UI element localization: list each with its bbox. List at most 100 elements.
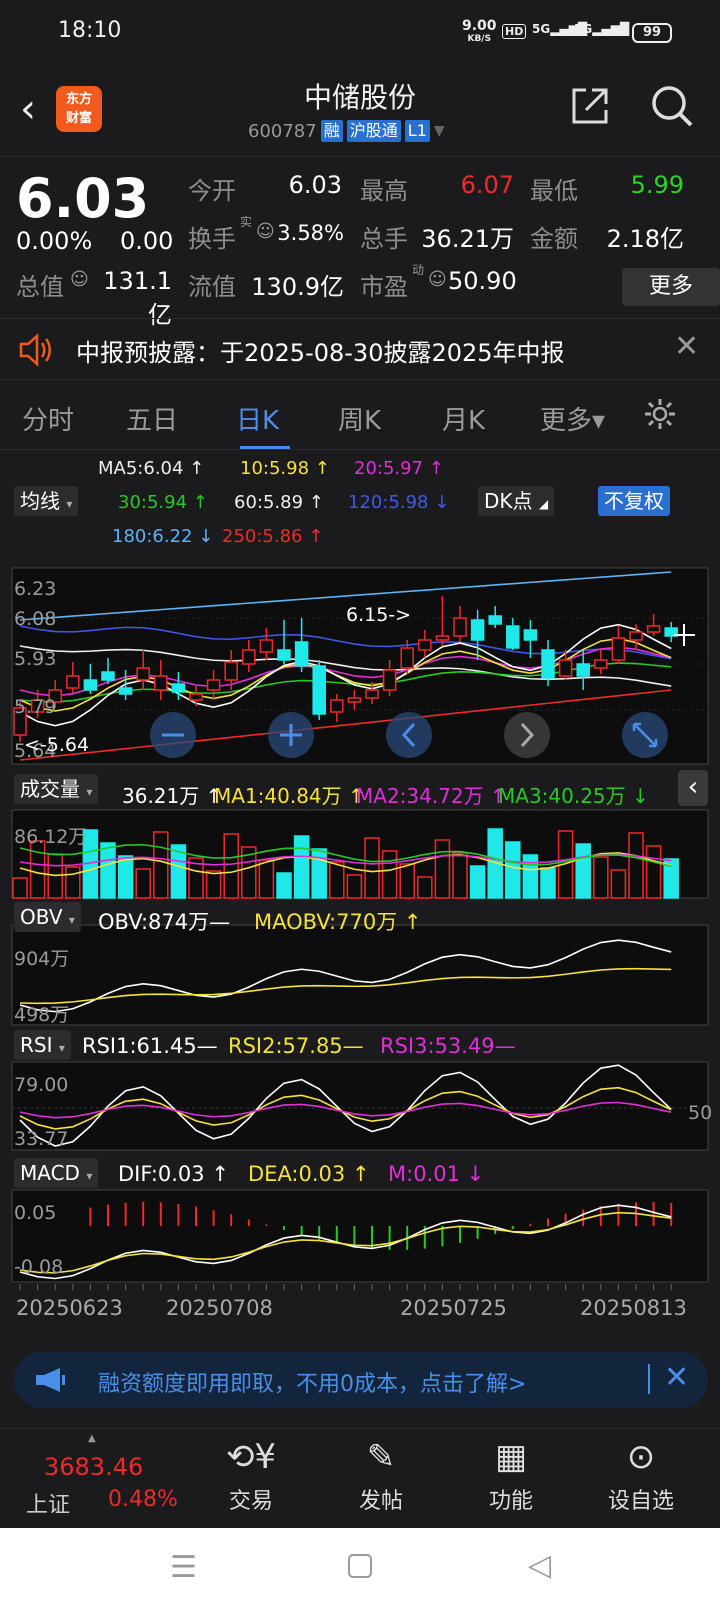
volume-bar [645,845,662,899]
candle-body [506,625,520,649]
functions-button[interactable]: ▦ 功能 [456,1437,566,1515]
candle-body [594,659,608,669]
candle-body [171,683,186,693]
candle-body [242,649,256,665]
volume-bar [381,850,398,899]
rsi-y-label: 33.77 [14,1128,69,1150]
candle-body [365,689,379,699]
volume-bar [505,841,521,899]
volume-bar [65,866,81,899]
post-button[interactable]: ✎ 发帖 [326,1437,436,1515]
zoom-in-button [268,712,314,758]
system-nav-bar: ☰ ◁ [0,1528,720,1612]
bottom-toolbar: ▲ 3683.46 上证 0.48% ⟲¥ 交易 ✎ 发帖 ▦ 功能 ⊙ 设自选 [0,1428,720,1528]
volume-bar [540,867,556,899]
volume-bar [575,843,591,899]
volume-bar [364,837,380,899]
index-name: 上证 [26,1493,71,1518]
macd-selector[interactable]: MACD ▾ [14,1158,99,1188]
volume-bar [223,833,239,899]
candle-body [83,679,98,691]
candle-body [558,659,573,677]
volume-bar [258,859,275,899]
candle-body [101,671,115,681]
candle-body [206,679,221,691]
volume-bar [469,865,486,899]
volume-bar [205,870,222,899]
max-price-note: 6.15-> [346,604,412,626]
scroll-right-button [504,712,550,758]
candle-body [629,631,643,641]
rsi3-value: RSI3:53.49— [380,1034,516,1058]
volume-bar [434,839,451,899]
vol-ma2: MA2:34.72万 ↑ [356,784,507,808]
candle-body [347,697,362,703]
volume-bar [100,842,116,899]
caret-up-icon: ▲ [88,1433,96,1444]
date-label: 20250813 [580,1296,687,1320]
candle-body [470,619,485,641]
rsi-selector[interactable]: RSI ▾ [14,1030,71,1060]
volume-bar [135,868,151,899]
macd-y-label: 0.05 [14,1202,57,1224]
vol-ma3: MA3:40.25万 ↓ [498,784,649,808]
candle-body [312,665,326,715]
volume-bar [276,872,292,899]
obv-value: OBV:874万— [98,910,231,934]
candle-body [646,625,661,633]
candle-body [224,661,238,681]
obv-selector[interactable]: OBV ▾ [14,902,81,932]
volume-value: 36.21万 ↑ [122,784,223,808]
volume-bar [311,848,327,899]
volume-bar [628,832,644,899]
volume-bar [417,876,433,899]
back-nav-icon[interactable]: ◁ [528,1548,551,1583]
dea-value: DEA:0.03 ↑ [248,1162,370,1186]
rsi2-value: RSI2:57.85— [228,1034,364,1058]
chart-canvas[interactable] [0,0,720,1350]
menu-icon[interactable]: ☰ [170,1550,197,1585]
dif-value: DIF:0.03 ↑ [118,1162,229,1186]
candle-body [435,635,450,641]
kline-y-label: 5.79 [14,696,57,718]
volume-bar [329,861,345,899]
kline-y-label: 6.23 [14,578,57,600]
volume-selector[interactable]: 成交量 ▾ [14,774,99,804]
candle-body [523,629,538,641]
candle-body [418,639,432,651]
trade-button[interactable]: ⟲¥ 交易 [196,1437,306,1515]
m-value: M:0.01 ↓ [388,1162,485,1186]
home-icon[interactable] [348,1554,372,1578]
volume-bar [522,854,539,899]
candle-body [294,641,309,667]
index-value[interactable]: 3683.46 [44,1453,143,1481]
vol-y-label: 86.12万 [14,826,88,848]
obv-y-label: 904万 [14,948,70,970]
rsi-y-label: 50 [688,1102,713,1124]
candle-body [277,649,291,661]
volume-bar [293,835,310,899]
yuan-icon: ⟲¥ [225,1437,277,1477]
candle-body [382,669,397,691]
kline-y-label: 6.08 [14,608,57,630]
volume-bar [346,874,363,899]
kline-y-label: 5.93 [14,648,57,670]
candle-body [136,667,150,681]
volume-bar [12,877,28,899]
volume-bar [399,863,415,899]
divider [648,1364,650,1394]
promo-text: 融资额度即用即取，不用0成本，点击了解> [98,1372,527,1397]
zoom-out-button [150,712,196,758]
volume-bar [29,840,46,899]
candle-body [66,675,80,689]
min-price-note: <-5.64 [24,734,90,756]
macd-y-label: -0.08 [14,1256,64,1278]
chevron-left-icon[interactable]: ‹ [678,770,708,806]
volume-bar [610,869,627,899]
promo-banner[interactable]: 融资额度即用即取，不用0成本，点击了解> ✕ [14,1352,708,1408]
obv-frame [11,924,709,1026]
close-icon[interactable]: ✕ [664,1360,689,1395]
candle-body [488,615,502,625]
add-watchlist-button[interactable]: ⊙ 设自选 [586,1437,696,1515]
vol-ma1: MA1:40.84万 ↑ [214,784,365,808]
